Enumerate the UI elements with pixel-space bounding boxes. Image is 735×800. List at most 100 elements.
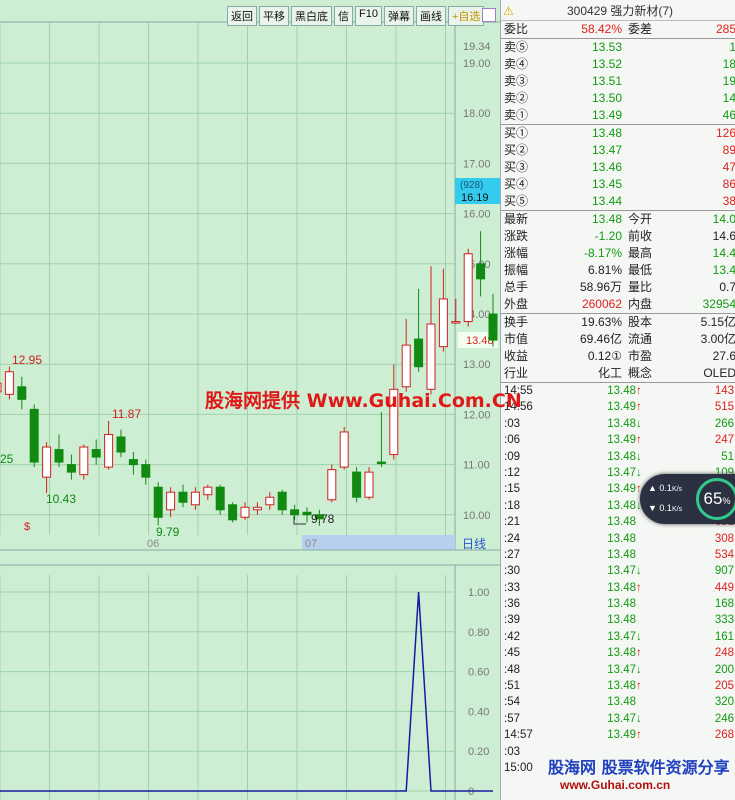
stat-label: 内盘 <box>628 297 653 311</box>
indicator-axis-label: 1.00 <box>468 587 489 599</box>
tick-row[interactable]: 14:55 13.48 ↑ 143 <box>501 383 735 399</box>
tick-row[interactable]: :36 13.48 168 <box>501 596 735 612</box>
tick-row[interactable]: :09 13.48 ↓ 51 <box>501 449 735 465</box>
month-label-06: 06 <box>147 538 159 550</box>
price-axis-label: 10.00 <box>463 510 491 522</box>
tick-time: :06 <box>504 434 520 447</box>
tick-time: :33 <box>504 581 520 594</box>
stat-value: 化工 <box>597 366 622 380</box>
high-label-2: 11.87 <box>112 407 141 421</box>
toolbar-button-4[interactable]: F10 <box>355 6 382 26</box>
ask-volume: 1 <box>729 40 735 54</box>
tick-time: 15:00 <box>504 761 533 774</box>
add-favorite-button[interactable]: +自选 <box>447 6 485 26</box>
ask-row[interactable]: 卖① 13.49 46 <box>501 107 735 124</box>
candle-body <box>104 433 114 468</box>
tick-price: 13.48 <box>607 532 636 545</box>
bid-row[interactable]: 买① 13.48 126 <box>501 125 735 142</box>
stat-row[interactable]: 换手 19.63% 股本 5.15亿 <box>501 314 735 331</box>
stat-value: -8.17% <box>583 246 622 260</box>
stat-row[interactable]: 总手 58.96万 量比 0.7 <box>501 279 735 296</box>
tick-price: 13.48 <box>607 647 636 660</box>
stat-row[interactable]: 市值 69.46亿 流通 3.00亿 <box>501 331 735 348</box>
tick-row[interactable]: :24 13.48 308 <box>501 531 735 547</box>
candle-body <box>290 509 300 516</box>
stat-label: 外盘 <box>504 297 529 311</box>
highlight-band <box>302 535 455 550</box>
tick-row[interactable]: :54 13.48 320 <box>501 694 735 710</box>
tick-row[interactable]: 14:57 13.49 ↑ 268 <box>501 727 735 743</box>
price-axis-label: 11.00 <box>463 460 490 472</box>
tick-direction: ↓ <box>636 417 642 430</box>
tick-direction: ↓ <box>636 565 642 578</box>
ask-row[interactable]: 卖④ 13.52 18 <box>501 56 735 73</box>
ask-row[interactable]: 卖② 13.50 14 <box>501 90 735 107</box>
stat-row[interactable]: 外盘 260062 内盘 32954 <box>501 296 735 313</box>
tick-row[interactable]: :30 13.47 ↓ 907 <box>501 563 735 579</box>
bid-row[interactable]: 买④ 13.45 86 <box>501 176 735 193</box>
watermark-logo: 股海网 股票软件资源分享 <box>548 758 730 777</box>
bid-row[interactable]: 买⑤ 13.44 38 <box>501 193 735 210</box>
tick-row[interactable]: :57 13.47 ↓ 246 <box>501 711 735 727</box>
candle-body <box>0 382 2 393</box>
stat-row[interactable]: 行业 化工 概念 OLED <box>501 365 735 382</box>
panel-toggle-button[interactable] <box>482 8 496 22</box>
stat-label: 市值 <box>504 332 529 346</box>
stat-row[interactable]: 涨跌 -1.20 前收 14.6 <box>501 228 735 245</box>
stat-row[interactable]: 收益 0.12① 市盈 27.6 <box>501 348 735 365</box>
tick-row[interactable]: :06 13.49 ↑ 247 <box>501 432 735 448</box>
tick-row[interactable]: :39 13.48 333 <box>501 612 735 628</box>
tick-row[interactable]: :48 13.47 ↓ 200 <box>501 662 735 678</box>
stat-row[interactable]: 振幅 6.81% 最低 13.4 <box>501 262 735 279</box>
stat-value: OLED <box>703 366 735 380</box>
tick-row[interactable]: 14:56 13.49 ↑ 515 <box>501 399 735 415</box>
ask-row[interactable]: 卖③ 13.51 19 <box>501 73 735 90</box>
bid-level-label: 买⑤ <box>504 194 529 208</box>
bid-row[interactable]: 买③ 13.46 47 <box>501 159 735 176</box>
candle-body <box>116 436 126 453</box>
bid-level-label: 买③ <box>504 160 529 174</box>
candle-body <box>376 461 386 465</box>
toolbar-button-3[interactable]: 信 <box>334 6 353 26</box>
tick-volume: 266 <box>714 417 734 430</box>
stat-label: 行业 <box>504 366 529 380</box>
toolbar-button-5[interactable]: 弹幕 <box>383 6 414 26</box>
watermark-url: www.Guhai.com.cn <box>560 778 671 792</box>
toolbar-button-1[interactable]: 平移 <box>259 6 289 26</box>
toolbar-button-0[interactable]: 返回 <box>227 6 257 26</box>
indicator-axis-label: 0.40 <box>468 706 489 718</box>
cut-off-label: 25 <box>0 452 14 466</box>
bid-price: 13.46 <box>591 160 622 174</box>
stat-label: 量比 <box>628 280 653 294</box>
tick-row[interactable]: :33 13.48 ↑ 449 <box>501 580 735 596</box>
bid-row[interactable]: 买② 13.47 89 <box>501 142 735 159</box>
bid-price: 13.44 <box>591 194 622 208</box>
tick-row[interactable]: :42 13.47 ↓ 161 <box>501 629 735 645</box>
tick-price: 13.47 <box>607 663 636 676</box>
toolbar-button-2[interactable]: 黑白底 <box>291 6 332 26</box>
stat-label: 概念 <box>628 366 653 380</box>
tick-direction: ↓ <box>636 466 642 479</box>
toolbar-button-6[interactable]: 画线 <box>415 6 446 26</box>
tick-row[interactable]: :03 13.48 ↓ 266 <box>501 416 735 432</box>
ask-row[interactable]: 卖⑤ 13.53 1 <box>501 39 735 56</box>
candle-body <box>54 449 64 463</box>
stat-row[interactable]: 最新 13.48 今开 14.0 <box>501 211 735 228</box>
tick-list[interactable]: 14:55 13.48 ↑ 143 14:56 13.49 ↑ 515:03 13.48 ↓ 266… <box>501 382 735 776</box>
candle-body <box>240 506 250 518</box>
net-speed-widget[interactable]: ▲ 0.1K/s ▼ 0.1K/s 65% <box>640 474 735 524</box>
stat-row[interactable]: 涨幅 -8.17% 最高 14.4 <box>501 245 735 262</box>
tick-price: 13.48 <box>607 499 636 512</box>
candle-body <box>79 446 89 476</box>
tick-row[interactable]: :51 13.48 ↑ 205 <box>501 678 735 694</box>
tick-row[interactable]: :27 13.48 534 <box>501 547 735 563</box>
tick-volume: 161 <box>714 630 734 643</box>
month-label-07: 07 <box>305 538 317 550</box>
tick-time: :30 <box>504 565 520 578</box>
tick-row[interactable]: :45 13.48 ↑ 248 <box>501 645 735 661</box>
warning-icon[interactable]: ⚠ <box>503 4 517 18</box>
candle-body <box>414 338 424 368</box>
tick-price: 13.48 <box>607 696 636 709</box>
